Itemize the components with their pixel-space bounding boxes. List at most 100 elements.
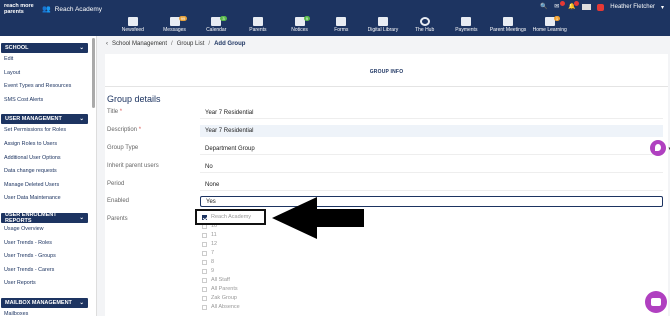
sidebar-item-usage-overview[interactable]: Usage Overview <box>0 223 96 237</box>
field-label: Period <box>107 181 125 187</box>
field-group-type: Group Type Department Group ▾ <box>107 143 670 155</box>
top-navigation-bar: reach more parents 👥 Reach Academy Newsf… <box>0 0 670 36</box>
sidebar-item-user-data-maintenance[interactable]: User Data Maintenance <box>0 192 96 206</box>
main-content: ‹ School Management / Group List / Add G… <box>98 36 670 316</box>
nav-newsfeed[interactable]: Newsfeed <box>112 17 154 35</box>
bell-icon[interactable]: 🔔 <box>568 1 580 11</box>
tab-bar: GROUP INFO <box>105 54 668 87</box>
app-logo[interactable]: reach more parents <box>4 3 36 15</box>
parent-option-zak-group[interactable]: Zak Group <box>202 294 251 303</box>
sidebar-item-layout[interactable]: Layout <box>0 67 96 81</box>
sidebar-section-user-management[interactable]: USER MANAGEMENT ⌄ <box>1 114 88 125</box>
sidebar-item-user-trends-roles[interactable]: User Trends - Roles <box>0 237 96 251</box>
forms-icon <box>336 17 347 26</box>
nav-parent-meetings[interactable]: Parent Meetings <box>487 17 529 35</box>
sidebar-item-additional-user-options[interactable]: Additional User Options <box>0 152 96 166</box>
nav-messages[interactable]: 99 Messages <box>154 16 196 35</box>
annotation-highlight-box <box>195 209 266 225</box>
parent-option-all-staff[interactable]: All Staff <box>202 276 251 285</box>
field-label: Parents <box>107 216 128 222</box>
nav-forms[interactable]: Forms <box>320 17 362 35</box>
parent-option-7[interactable]: 7 <box>202 249 251 258</box>
field-label: Description <box>107 127 138 133</box>
group-type-select[interactable]: Department Group ▾ <box>200 143 670 155</box>
avatar[interactable] <box>597 3 605 11</box>
school-name: Reach Academy <box>54 5 103 13</box>
inherit-parent-users-select[interactable]: No <box>200 161 663 173</box>
sidebar-item-user-trends-carers[interactable]: User Trends - Carers <box>0 264 96 278</box>
top-right-controls: 🔍 ✉ 🔔 Heather Fletcher ▾ <box>540 1 664 11</box>
checkbox[interactable] <box>202 305 207 310</box>
sidebar-item-user-reports[interactable]: User Reports <box>0 277 96 291</box>
sidebar-section-mailbox-management[interactable]: MAILBOX MANAGEMENT ⌄ <box>1 297 88 308</box>
group-icon: 👥 <box>42 6 51 13</box>
checkbox[interactable] <box>202 269 207 274</box>
checkbox[interactable] <box>202 242 207 247</box>
sidebar-scrollbar[interactable] <box>92 38 95 108</box>
checkbox[interactable] <box>202 278 207 283</box>
enabled-select[interactable]: Yes <box>200 196 663 207</box>
parent-option-all-parents[interactable]: All Parents <box>202 285 251 294</box>
sidebar-item-set-permissions[interactable]: Set Permissions for Roles <box>0 124 96 138</box>
annotation-arrow-icon <box>272 197 364 239</box>
back-chevron-icon[interactable]: ‹ <box>106 41 108 47</box>
checkbox[interactable] <box>202 287 207 292</box>
sidebar-item-data-change-requests[interactable]: Data change requests <box>0 165 96 179</box>
chevron-down-icon[interactable]: ▾ <box>661 4 664 11</box>
chevron-down-icon: ⌄ <box>79 116 84 123</box>
sidebar-section-school[interactable]: SCHOOL ⌄ <box>1 43 88 53</box>
nav-home-learning[interactable]: 1 Home Learning <box>529 16 571 35</box>
checkbox[interactable] <box>202 233 207 238</box>
sidebar-item-sms-cost-alerts[interactable]: SMS Cost Alerts <box>0 94 96 108</box>
search-icon[interactable]: 🔍 <box>540 3 548 11</box>
language-flag-icon[interactable] <box>582 4 592 10</box>
sidebar: SCHOOL ⌄ Edit Layout Event Types and Res… <box>0 36 97 316</box>
field-inherit-parent-users: Inherit parent users No <box>107 161 663 173</box>
parent-option-9[interactable]: 9 <box>202 267 251 276</box>
checkbox[interactable] <box>202 296 207 301</box>
sidebar-item-mailboxes[interactable]: Mailboxes <box>0 308 96 316</box>
sidebar-item-assign-roles[interactable]: Assign Roles to Users <box>0 138 96 152</box>
sidebar-item-manage-deleted-users[interactable]: Manage Deleted Users <box>0 179 96 193</box>
sidebar-item-user-trends-groups[interactable]: User Trends - Groups <box>0 250 96 264</box>
checkbox[interactable] <box>202 260 207 265</box>
required-marker: * <box>119 109 123 115</box>
meetings-icon <box>503 17 514 26</box>
breadcrumb-school-management[interactable]: School Management <box>112 41 167 47</box>
parent-option-8[interactable]: 8 <box>202 258 251 267</box>
feedback-bubble-icon[interactable] <box>650 140 666 156</box>
chevron-down-icon: ⌄ <box>79 214 84 221</box>
parent-option-all-absence[interactable]: All Absence <box>202 303 251 312</box>
nav-the-hub[interactable]: The Hub <box>404 17 446 35</box>
field-description: Description * Year 7 Residential <box>107 125 663 137</box>
nav-digital-library[interactable]: Digital Library <box>362 17 404 35</box>
field-label: Enabled <box>107 198 130 204</box>
main-nav: Newsfeed 99 Messages 3 Calendar Parents … <box>112 16 571 35</box>
breadcrumb-add-group: Add Group <box>214 41 246 47</box>
nav-payments[interactable]: Payments <box>446 17 488 35</box>
field-title: Title * Year 7 Residential <box>107 107 663 119</box>
breadcrumb-group-list[interactable]: Group List <box>177 41 205 47</box>
field-enabled: Enabled Yes <box>107 196 663 208</box>
field-label: Inherit parent users <box>107 163 159 169</box>
chat-launcher-icon[interactable] <box>645 291 667 313</box>
nav-calendar[interactable]: 3 Calendar <box>195 16 237 35</box>
field-label: Group Type <box>107 145 139 151</box>
period-select[interactable]: None <box>200 179 663 191</box>
sidebar-section-user-enrolment-reports[interactable]: USER ENROLMENT REPORTS ⌄ <box>1 212 88 224</box>
checkbox[interactable] <box>202 251 207 256</box>
tab-group-info[interactable]: GROUP INFO <box>105 69 668 75</box>
description-input[interactable]: Year 7 Residential <box>200 125 663 137</box>
notices-badge: 9 <box>303 16 310 21</box>
school-switcher[interactable]: 👥 Reach Academy <box>42 5 103 14</box>
mail-icon[interactable]: ✉ <box>554 1 566 11</box>
nav-notices[interactable]: 9 Notices <box>279 16 321 35</box>
sidebar-item-event-types[interactable]: Event Types and Resources <box>0 80 96 94</box>
breadcrumb: ‹ School Management / Group List / Add G… <box>106 41 246 47</box>
title-input[interactable]: Year 7 Residential <box>200 107 663 119</box>
sidebar-item-edit[interactable]: Edit <box>0 53 96 67</box>
user-name[interactable]: Heather Fletcher <box>610 4 655 10</box>
parent-option-12[interactable]: 12 <box>202 240 251 249</box>
nav-parents[interactable]: Parents <box>237 17 279 35</box>
parent-option-11[interactable]: 11 <box>202 231 251 240</box>
